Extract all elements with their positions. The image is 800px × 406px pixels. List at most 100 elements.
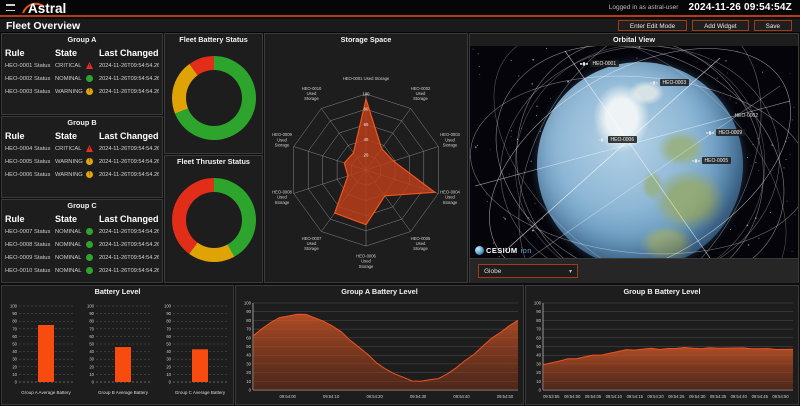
critical-icon xyxy=(86,62,93,69)
battery-level-bar-charts[interactable]: 0102030405060708090100Group A Average Ba… xyxy=(2,298,233,402)
svg-text:100: 100 xyxy=(244,301,252,306)
svg-text:40: 40 xyxy=(166,349,171,354)
state-cell: WARNING xyxy=(55,86,86,99)
svg-text:60: 60 xyxy=(364,122,369,127)
svg-text:90: 90 xyxy=(246,309,251,314)
globe-layer-select[interactable]: Globe ▾ xyxy=(478,264,578,278)
cesium-brand: CESIUM xyxy=(486,246,518,255)
satellite-icon xyxy=(598,137,606,143)
svg-text:09:54:00: 09:54:00 xyxy=(280,394,297,399)
svg-text:09:54:05: 09:54:05 xyxy=(585,394,602,399)
radar-axis-label: HEO-0004UsedStorage xyxy=(440,189,460,204)
group-b-battery-area-chart[interactable]: 010203040506070809010009:53:5509:54:0009… xyxy=(526,298,798,406)
utc-clock: 2024-11-26 09:54:54Z xyxy=(688,2,792,13)
svg-text:40: 40 xyxy=(89,349,94,354)
rule-cell: HEO-0001 Status xyxy=(5,60,55,73)
satellite-label[interactable]: HEO-0006 xyxy=(598,136,637,143)
storage-space-radar-chart[interactable]: 20406080100HEO-0001 Used StorageHEO-0002… xyxy=(265,46,467,287)
satellite-label[interactable]: HEO-0001 xyxy=(580,60,619,67)
svg-text:30: 30 xyxy=(89,357,94,362)
orbital-view-panel: Orbital View HEO-0001HEO-0003HEO-0002HEO… xyxy=(469,33,799,283)
state-icon-cell xyxy=(86,265,99,278)
state-cell: NOMINAL xyxy=(55,252,86,265)
area-fill xyxy=(543,348,793,391)
svg-text:50: 50 xyxy=(12,342,17,347)
satellite-label[interactable]: HEO-0003 xyxy=(650,79,689,86)
last-changed-cell: 2024-11-26T09:54:54.263 UTC xyxy=(99,73,159,86)
svg-text:70: 70 xyxy=(166,326,171,331)
satellite-label[interactable]: HEO-0005 xyxy=(692,157,731,164)
cesium-ion-logo[interactable]: CESIUM ion xyxy=(475,246,532,255)
rule-cell: HEO-0010 Status xyxy=(5,265,55,278)
panel-title: Fleet Battery Status xyxy=(165,34,262,46)
battery-bar xyxy=(192,349,208,382)
svg-text:20: 20 xyxy=(166,364,171,369)
add-widget-button[interactable]: Add Widget xyxy=(692,20,749,31)
fleet-thruster-donut-chart[interactable] xyxy=(172,178,256,262)
save-button[interactable]: Save xyxy=(754,20,792,31)
state-icon-cell xyxy=(86,252,99,265)
svg-text:09:54:25: 09:54:25 xyxy=(668,394,685,399)
satellite-label[interactable]: HEO-0009 xyxy=(706,129,745,136)
svg-text:09:54:45: 09:54:45 xyxy=(752,394,769,399)
satellite-id: HEO-0006 xyxy=(608,136,637,143)
svg-text:60: 60 xyxy=(166,334,171,339)
battery-gauge: 0102030405060708090100Group B Average Ba… xyxy=(81,298,155,402)
warning-icon xyxy=(86,88,93,95)
svg-text:70: 70 xyxy=(536,327,541,332)
svg-text:09:54:30: 09:54:30 xyxy=(689,394,706,399)
svg-text:0: 0 xyxy=(168,380,171,385)
svg-text:09:53:55: 09:53:55 xyxy=(543,394,560,399)
rule-cell: HEO-0005 Status xyxy=(5,156,55,169)
svg-text:80: 80 xyxy=(246,318,251,323)
column-header: Rule xyxy=(5,46,55,60)
login-status: Logged in as astral-user xyxy=(609,4,679,11)
panel-title: Group C xyxy=(2,200,162,212)
page-header: Fleet Overview Enter Edit Mode Add Widge… xyxy=(0,19,800,33)
column-header: Last Changed xyxy=(99,129,159,143)
svg-text:30: 30 xyxy=(536,361,541,366)
area-fill xyxy=(253,314,518,390)
last-changed-cell: 2024-11-26T09:54:54.263 UTC xyxy=(99,156,159,169)
rule-cell: HEO-0002 Status xyxy=(5,73,55,86)
menu-icon[interactable] xyxy=(6,4,15,11)
last-changed-cell: 2024-11-26T09:54:54.263 UTC xyxy=(99,252,159,265)
gauge-label: Group A Average Battery xyxy=(21,390,71,395)
satellite-icon xyxy=(692,158,700,164)
state-cell: CRITICAL xyxy=(55,60,86,73)
state-cell: WARNING xyxy=(55,156,86,169)
last-changed-cell: 2024-11-26T09:54:54.263 UTC xyxy=(99,265,159,278)
svg-text:09:54:35: 09:54:35 xyxy=(710,394,727,399)
svg-text:70: 70 xyxy=(89,326,94,331)
battery-level-panel: Battery Level 0102030405060708090100Grou… xyxy=(1,285,234,405)
rule-cell: HEO-0008 Status xyxy=(5,239,55,252)
chevron-down-icon: ▾ xyxy=(569,268,572,275)
page-title: Fleet Overview xyxy=(6,20,80,32)
fleet-battery-donut-chart[interactable] xyxy=(172,56,256,140)
svg-text:40: 40 xyxy=(246,353,251,358)
group-a-status-panel: Group A Rule State Last Changed HEO-0001… xyxy=(1,33,163,115)
svg-text:09:54:20: 09:54:20 xyxy=(366,394,383,399)
svg-text:60: 60 xyxy=(89,334,94,339)
state-cell: NOMINAL xyxy=(55,226,86,239)
satellite-icon xyxy=(706,130,714,136)
last-changed-cell: 2024-11-26T09:54:54.263 UTC xyxy=(99,143,159,156)
enter-edit-mode-button[interactable]: Enter Edit Mode xyxy=(618,20,687,31)
satellite-label[interactable]: HEO-0002 xyxy=(732,112,761,119)
svg-text:80: 80 xyxy=(536,318,541,323)
orbital-map[interactable]: HEO-0001 HEO-0003 HEO-0002 HEO-0009 HEO-0005… xyxy=(470,46,798,258)
svg-text:40: 40 xyxy=(364,137,369,142)
svg-text:70: 70 xyxy=(12,326,17,331)
svg-text:10: 10 xyxy=(89,372,94,377)
warning-icon xyxy=(86,171,93,178)
svg-text:09:54:50: 09:54:50 xyxy=(497,394,514,399)
last-changed-cell: 2024-11-26T09:54:54.263 UTC xyxy=(99,226,159,239)
nominal-icon xyxy=(86,241,93,248)
svg-text:09:54:15: 09:54:15 xyxy=(627,394,644,399)
svg-text:30: 30 xyxy=(166,357,171,362)
state-cell: CRITICAL xyxy=(55,143,86,156)
group-b-battery-svg: 010203040506070809010009:53:5509:54:0009… xyxy=(526,298,798,403)
radar-data-polygon xyxy=(335,99,435,224)
fleet-thruster-status-panel: Fleet Thruster Status xyxy=(164,155,263,283)
group-a-battery-area-chart[interactable]: 010203040506070809010009:54:0009:54:1009… xyxy=(236,298,523,406)
